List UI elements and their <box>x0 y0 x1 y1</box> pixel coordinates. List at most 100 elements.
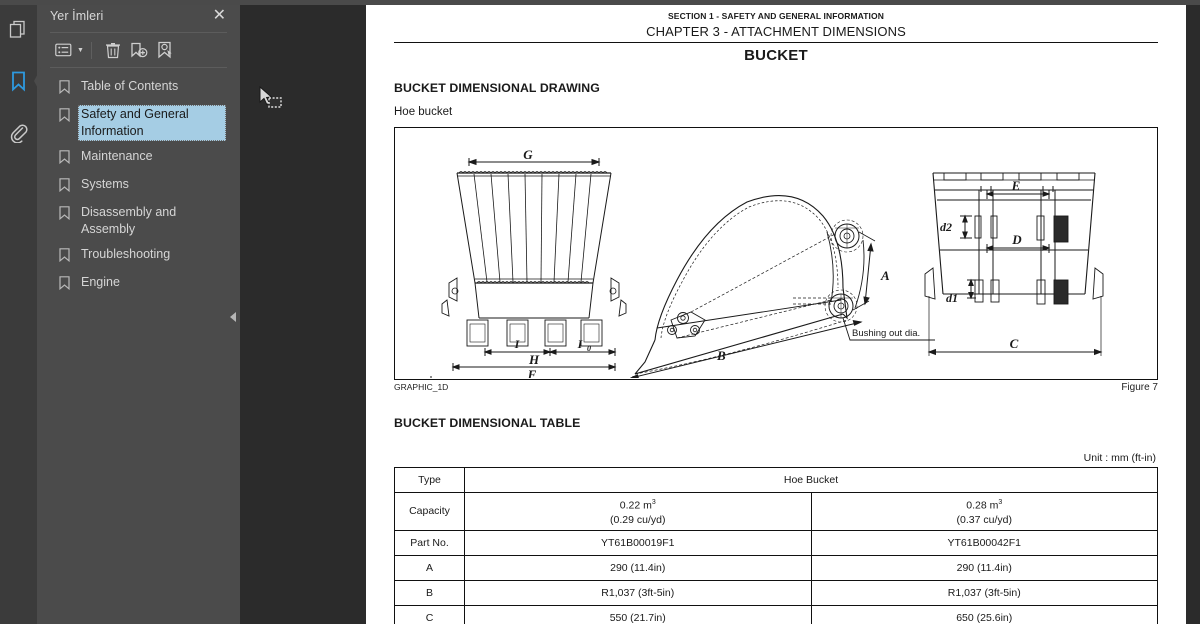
mouse-cursor-marquee-icon <box>258 85 284 112</box>
header-rule <box>394 42 1158 43</box>
table-row: C 550 (21.7in) 650 (25.6in) <box>394 604 1158 624</box>
table-section-heading: BUCKET DIMENSIONAL TABLE <box>394 416 581 430</box>
svg-text:D: D <box>1011 232 1022 247</box>
svg-text:E: E <box>1011 178 1021 193</box>
row-label-part-no: Part No. <box>394 529 465 556</box>
bookmark-label: Troubleshooting <box>81 247 171 261</box>
bookmarks-icon[interactable] <box>4 66 41 96</box>
capacity-value-1: 0.22 m <box>619 499 652 512</box>
table-row: Capacity 0.22 m3 (0.29 cu/yd) 0.28 m3 (0… <box>394 492 1158 531</box>
cell-capacity-col1: 0.22 m3 (0.29 cu/yd) <box>464 492 812 531</box>
bookmark-label: Maintenance <box>81 149 153 163</box>
capacity-imperial-2: (0.37 cu/yd) <box>956 513 1012 526</box>
collapse-panel-handle[interactable] <box>227 305 239 329</box>
panel-title: Yer İmleri <box>50 9 104 23</box>
cell-part-no-col1: YT61B00019F1 <box>464 529 812 556</box>
window-top-strip <box>0 0 1200 5</box>
row-label-c: C <box>394 604 465 624</box>
delete-bookmark-icon[interactable] <box>100 38 126 62</box>
bookmark-item[interactable]: Troubleshooting <box>37 242 240 270</box>
bookmark-label: Systems <box>81 177 129 191</box>
chevron-down-icon[interactable]: ▼ <box>77 47 84 54</box>
viewer-background-gutter <box>240 0 366 624</box>
bucket-drawing-svg: G I I 0 H F A B Bushing out dia. E d2 D … <box>430 147 1104 379</box>
page-header-chapter: CHAPTER 3 - ATTACHMENT DIMENSIONS <box>646 24 906 39</box>
svg-text:H: H <box>528 352 540 367</box>
edit-bookmark-icon[interactable] <box>152 38 178 62</box>
cell-b-col2: R1,037 (3ft-5in) <box>810 579 1158 606</box>
svg-text:d2: d2 <box>940 220 952 234</box>
cell-c-col1: 550 (21.7in) <box>464 604 812 624</box>
table-row: A 290 (11.4in) 290 (11.4in) <box>394 554 1158 581</box>
row-label-b: B <box>394 579 465 606</box>
bucket-dimensional-drawing: G I I 0 H F A B Bushing out dia. E d2 D … <box>394 127 1158 380</box>
graphic-id-label: GRAPHIC_1D <box>394 382 449 392</box>
bookmark-label-selected: Safety and General Information <box>78 105 226 141</box>
bookmark-item[interactable]: Table of Contents <box>37 74 240 102</box>
bookmark-item[interactable]: Engine <box>37 270 240 298</box>
bookmark-item[interactable]: Systems <box>37 172 240 200</box>
page-thumbnails-icon[interactable] <box>4 14 34 44</box>
row-label-capacity: Capacity <box>394 492 465 531</box>
bookmark-options-icon[interactable] <box>50 38 76 62</box>
cell-hoe-bucket-header: Hoe Bucket <box>464 467 1158 493</box>
triangle-left-icon <box>230 312 236 322</box>
toolbar-divider <box>90 41 92 59</box>
capacity-sup-2: 3 <box>998 499 1003 506</box>
table-row-header: Type Hoe Bucket <box>394 467 1158 493</box>
cell-c-col2: 650 (25.6in) <box>810 604 1158 624</box>
capacity-value-2: 0.28 m <box>966 499 999 512</box>
svg-text:B: B <box>716 348 726 363</box>
table-row: Part No. YT61B00019F1 YT61B00042F1 <box>394 529 1158 556</box>
bookmarks-panel: Yer İmleri ✕ ▼ Table of Contents Safety … <box>37 0 240 624</box>
capacity-imperial-1: (0.29 cu/yd) <box>610 513 666 526</box>
attachments-icon[interactable] <box>4 118 34 148</box>
bookmark-item[interactable]: Maintenance <box>37 144 240 172</box>
pdf-viewer-window: Yer İmleri ✕ ▼ Table of Contents Safety … <box>0 0 1200 624</box>
svg-text:0: 0 <box>587 344 591 353</box>
pdf-page: SECTION 1 - SAFETY AND GENERAL INFORMATI… <box>366 0 1188 624</box>
bookmark-label: Disassembly and Assembly <box>81 205 177 236</box>
cell-a-col2: 290 (11.4in) <box>810 554 1158 581</box>
svg-text:I: I <box>514 337 521 351</box>
cell-b-col1: R1,037 (3ft-5in) <box>464 579 812 606</box>
svg-text:d1: d1 <box>946 291 958 305</box>
cell-a-col1: 290 (11.4in) <box>464 554 812 581</box>
capacity-sup-1: 3 <box>651 499 656 506</box>
cell-part-no-col2: YT61B00042F1 <box>810 529 1158 556</box>
svg-text:F: F <box>527 367 537 378</box>
bookmark-icon <box>59 80 71 99</box>
svg-text:C: C <box>1010 336 1019 351</box>
table-row: B R1,037 (3ft-5in) R1,037 (3ft-5in) <box>394 579 1158 606</box>
page-header-section: SECTION 1 - SAFETY AND GENERAL INFORMATI… <box>668 11 884 21</box>
svg-text:A: A <box>880 268 890 283</box>
bookmark-icon <box>59 150 71 169</box>
bucket-dimensional-table: Type Hoe Bucket Capacity 0.22 m3 (0.29 c… <box>394 467 1158 624</box>
bookmark-icon <box>59 178 71 197</box>
bookmark-icon <box>59 248 71 267</box>
sidebar-icon-rail <box>0 0 41 624</box>
bookmarks-list: Table of Contents Safety and General Inf… <box>37 68 240 624</box>
unit-note: Unit : mm (ft-in) <box>1083 452 1156 464</box>
bookmark-icon <box>59 276 71 295</box>
drawing-subheading: Hoe bucket <box>394 106 453 118</box>
bookmark-label: Engine <box>81 275 120 289</box>
bookmark-icon <box>59 206 71 225</box>
bookmarks-toolbar: ▼ <box>37 33 240 67</box>
new-bookmark-icon[interactable] <box>126 38 152 62</box>
bookmark-icon <box>59 108 71 127</box>
svg-text:I: I <box>577 337 584 351</box>
bookmark-item[interactable]: Safety and General Information <box>37 102 240 144</box>
row-label-a: A <box>394 554 465 581</box>
close-panel-button[interactable]: ✕ <box>209 6 230 26</box>
svg-text:Bushing out dia.: Bushing out dia. <box>852 328 920 339</box>
document-viewport[interactable]: SECTION 1 - SAFETY AND GENERAL INFORMATI… <box>366 0 1200 624</box>
bookmark-item[interactable]: Disassembly and Assembly <box>37 200 240 242</box>
figure-number-label: Figure 7 <box>1121 382 1158 393</box>
svg-text:G: G <box>523 147 533 162</box>
bookmark-label: Table of Contents <box>81 79 179 93</box>
page-title: BUCKET <box>744 47 808 64</box>
cell-type-header: Type <box>394 467 465 493</box>
cell-capacity-col2: 0.28 m3 (0.37 cu/yd) <box>810 492 1158 531</box>
drawing-section-heading: BUCKET DIMENSIONAL DRAWING <box>394 81 600 95</box>
